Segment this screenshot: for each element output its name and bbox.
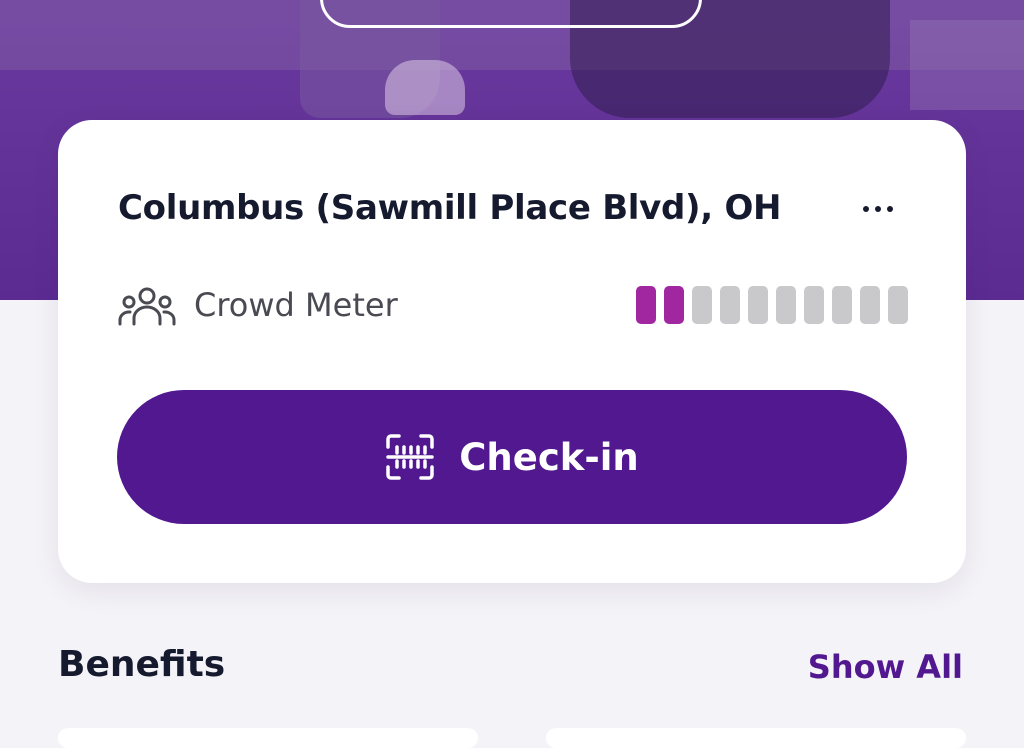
- show-all-link[interactable]: Show All: [808, 648, 963, 686]
- crowd-meter-bar-inactive: [776, 286, 796, 324]
- benefits-heading: Benefits: [58, 644, 226, 685]
- location-card: Columbus (Sawmill Place Blvd), OH Crowd …: [58, 120, 966, 583]
- checkin-label: Check-in: [459, 435, 639, 479]
- crowd-meter-row: Crowd Meter: [118, 282, 908, 328]
- hero-photo-shoe: [385, 60, 465, 115]
- crowd-meter-bar-inactive: [748, 286, 768, 324]
- crowd-meter-bar-inactive: [888, 286, 908, 324]
- benefit-card[interactable]: [546, 728, 966, 748]
- benefit-card[interactable]: [58, 728, 478, 748]
- people-group-icon: [118, 287, 176, 326]
- crowd-meter-bar-inactive: [720, 286, 740, 324]
- location-title: Columbus (Sawmill Place Blvd), OH: [118, 188, 782, 228]
- hero-photo-bench: [910, 20, 1024, 110]
- more-horizontal-icon[interactable]: [858, 194, 898, 224]
- crowd-meter-bar-inactive: [860, 286, 880, 324]
- crowd-meter-label: Crowd Meter: [194, 286, 398, 324]
- crowd-meter-bar-inactive: [804, 286, 824, 324]
- crowd-meter-bar-inactive: [692, 286, 712, 324]
- hero-outline-button[interactable]: [320, 0, 702, 28]
- crowd-meter-bar-active: [664, 286, 684, 324]
- crowd-meter-bars: [636, 286, 908, 324]
- checkin-button[interactable]: Check-in: [117, 390, 907, 524]
- barcode-scan-icon: [386, 434, 434, 480]
- crowd-meter-bar-active: [636, 286, 656, 324]
- crowd-meter-bar-inactive: [832, 286, 852, 324]
